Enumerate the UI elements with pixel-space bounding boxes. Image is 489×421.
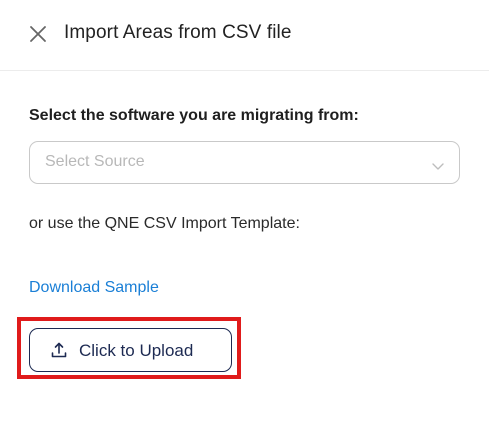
source-label: Select the software you are migrating fr… [29,107,359,124]
upload-button-label: Click to Upload [79,341,194,360]
upload-icon [50,341,68,359]
close-icon[interactable] [28,24,48,44]
template-text: or use the QNE CSV Import Template: [29,215,300,232]
download-sample-link[interactable]: Download Sample [29,279,159,297]
upload-button[interactable]: Click to Upload [29,328,232,372]
source-select[interactable]: Select Source [29,141,460,184]
panel-header: Import Areas from CSV file [0,0,489,71]
import-panel: Import Areas from CSV file Select the so… [0,0,489,421]
page-title: Import Areas from CSV file [64,22,292,43]
chevron-down-icon [432,158,444,170]
source-select-placeholder: Select Source [45,153,145,170]
